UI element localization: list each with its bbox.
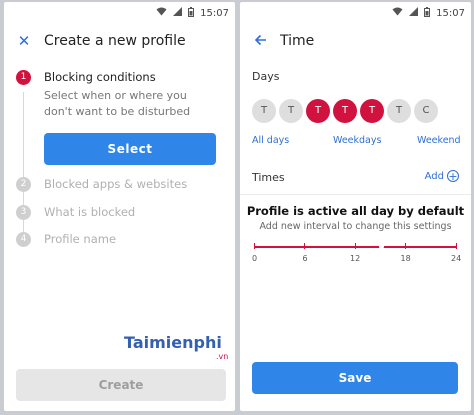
day-toggle[interactable]: T	[306, 99, 330, 123]
time-screen: 15:07 Time Days T T T T T T C All days W…	[240, 2, 471, 411]
step-blocking-conditions[interactable]: 1 Blocking conditions Select when or whe…	[16, 70, 223, 130]
wifi-icon	[156, 7, 167, 19]
times-label: Times	[252, 171, 285, 184]
battery-icon	[424, 6, 431, 20]
step-label: Profile name	[44, 232, 117, 246]
timeline-tick	[455, 243, 457, 249]
step-number: 2	[16, 177, 31, 192]
add-interval-button[interactable]: Add +	[425, 170, 459, 182]
status-time: 15:07	[200, 7, 229, 19]
weekend-link[interactable]: Weekend	[417, 135, 461, 146]
page-title: Time	[280, 33, 315, 49]
watermark-logo: Taimienphi	[124, 333, 222, 352]
status-time: 15:07	[436, 7, 465, 19]
step-what-is-blocked: 3 What is blocked	[16, 205, 223, 221]
status-bar: 15:07	[4, 2, 235, 24]
wifi-icon	[392, 7, 403, 19]
step-label: Blocked apps & websites	[44, 177, 188, 191]
step-number: 4	[16, 232, 31, 247]
step-label: What is blocked	[44, 205, 136, 219]
timeline-tick-label: 18	[400, 254, 411, 263]
step-label: Blocking conditions	[44, 70, 156, 84]
day-toggle[interactable]: T	[279, 99, 303, 123]
watermark-domain: .vn	[216, 352, 229, 361]
app-bar: ✕ Create a new profile	[4, 26, 235, 56]
page-title: Create a new profile	[44, 33, 186, 49]
timeline-tick	[253, 243, 255, 249]
select-button[interactable]: Select	[44, 133, 216, 165]
timeline-tick	[304, 243, 305, 249]
battery-icon	[188, 6, 195, 20]
day-toggle[interactable]: T	[252, 99, 276, 123]
back-arrow-icon[interactable]	[240, 32, 280, 50]
active-status-subtitle: Add new interval to change this settings	[259, 221, 452, 232]
timeline-tick	[405, 243, 406, 249]
day-toggle[interactable]: T	[360, 99, 384, 123]
step-description: Select when or where you don't want to b…	[44, 89, 191, 118]
timeline-tick	[354, 243, 356, 249]
status-bar: 15:07	[240, 2, 471, 24]
timeline-tick-label: 24	[451, 254, 462, 263]
current-time-marker	[378, 244, 384, 249]
day-toggle[interactable]: C	[414, 99, 438, 123]
signal-icon	[173, 7, 183, 19]
add-label: Add	[424, 170, 444, 182]
days-label: Days	[252, 70, 280, 83]
close-icon[interactable]: ✕	[4, 32, 44, 50]
save-button[interactable]: Save	[252, 362, 458, 394]
timeline-tick-label: 6	[302, 254, 308, 263]
day-toggle[interactable]: T	[333, 99, 357, 123]
step-profile-name: 4 Profile name	[16, 232, 223, 248]
timeline-tick-label: 12	[350, 254, 361, 263]
step-number: 3	[16, 205, 31, 220]
divider	[240, 194, 471, 195]
timeline-tick-label: 0	[252, 254, 258, 263]
plus-circle-icon: +	[447, 169, 459, 183]
weekdays-link[interactable]: Weekdays	[333, 135, 381, 146]
app-bar: Time	[240, 26, 471, 56]
day-toggle[interactable]: T	[387, 99, 411, 123]
create-profile-screen: 15:07 ✕ Create a new profile 1 Blocking …	[4, 2, 235, 411]
step-blocked-apps: 2 Blocked apps & websites	[16, 177, 223, 193]
step-number: 1	[16, 70, 31, 85]
create-button[interactable]: Create	[16, 369, 226, 401]
all-days-link[interactable]: All days	[252, 135, 289, 146]
day-selector: T T T T T T C	[252, 99, 438, 123]
active-status-title: Profile is active all day by default	[246, 204, 465, 218]
signal-icon	[409, 7, 419, 19]
